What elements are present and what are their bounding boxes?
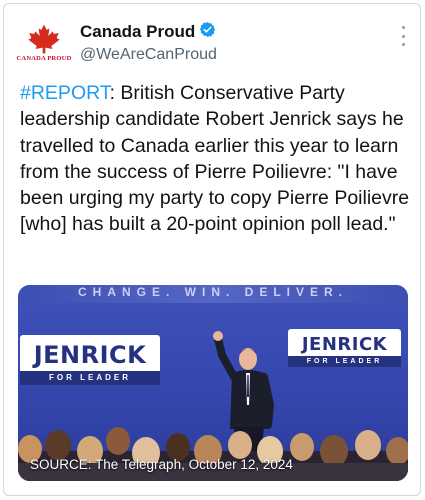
campaign-sign-left: JENRICK FOR LEADER (20, 335, 160, 385)
slogan-banner: CHANGE. WIN. DELIVER. (18, 285, 408, 303)
campaign-sign-sub: FOR LEADER (20, 371, 160, 385)
maple-leaf-icon (28, 24, 60, 54)
photo-source-caption: SOURCE: The Telegraph, October 12, 2024 (30, 457, 293, 472)
tweet-body: : British Conservative Party leadership … (20, 82, 410, 236)
display-name[interactable]: Canada Proud (80, 22, 195, 42)
campaign-sign-name: JENRICK (33, 341, 147, 369)
campaign-sign-right: JENRICK FOR LEADER (288, 329, 401, 367)
slogan-text: CHANGE. WIN. DELIVER. (77, 285, 348, 299)
more-options-icon[interactable] (400, 26, 406, 46)
hashtag-link[interactable]: #REPORT (20, 82, 110, 104)
tweet-media-photo[interactable]: CHANGE. WIN. DELIVER. JENRICK FOR LEADER… (18, 285, 408, 481)
avatar[interactable]: CANADA PROUD (16, 20, 72, 66)
verified-badge-icon (199, 21, 216, 43)
tweet-text: #REPORT: British Conservative Party lead… (20, 80, 412, 238)
account-names: Canada Proud @WeAreCanProud (80, 21, 217, 64)
tweet-card[interactable]: CANADA PROUD Canada Proud @WeAreCanProud… (3, 3, 421, 496)
campaign-sign-sub: FOR LEADER (288, 356, 401, 367)
avatar-logo-text: CANADA PROUD (16, 55, 72, 62)
account-handle[interactable]: @WeAreCanProud (80, 46, 217, 64)
campaign-sign-name: JENRICK (301, 334, 388, 355)
